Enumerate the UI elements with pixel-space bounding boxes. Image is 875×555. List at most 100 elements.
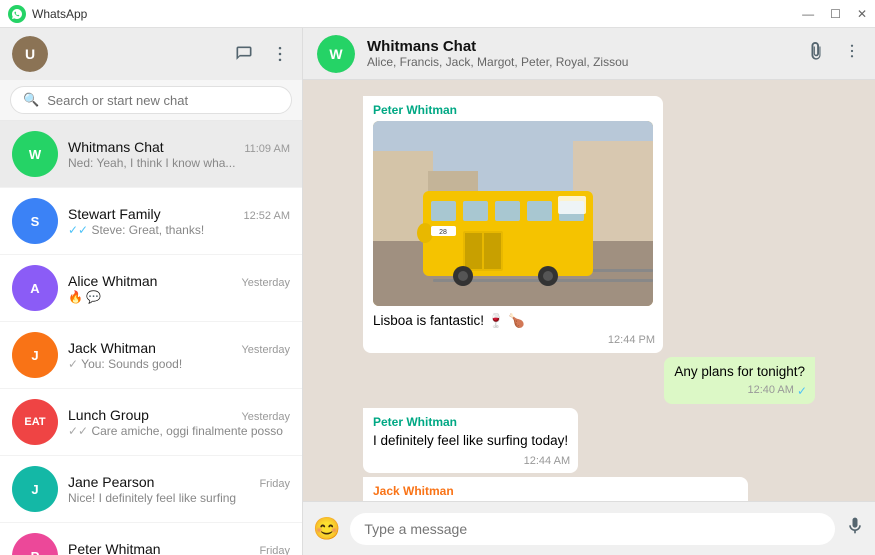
whatsapp-logo-svg — [11, 8, 23, 20]
chat-name-row: Alice Whitman Yesterday — [68, 273, 290, 289]
message-text: Any plans for tonight? — [674, 363, 805, 382]
message-sender: Peter Whitman — [373, 414, 568, 431]
message-image[interactable]: 28 — [373, 121, 653, 306]
minimize-button[interactable]: — — [802, 8, 814, 20]
attach-button[interactable] — [807, 42, 825, 65]
chat-preview: ✓✓ Care amiche, oggi finalmente posso — [68, 424, 290, 438]
user-avatar[interactable]: U — [12, 36, 48, 72]
sidebar-header: U — [0, 28, 302, 80]
single-tick-icon: ✓ — [68, 357, 78, 371]
chat-preview: Ned: Yeah, I think I know wha... — [68, 156, 290, 170]
chat-item[interactable]: P Peter Whitman Friday Yeah, I think I k… — [0, 523, 302, 555]
chat-name: Jane Pearson — [68, 474, 154, 490]
message-sender: Peter Whitman — [373, 102, 653, 119]
chat-avatar: J — [12, 332, 58, 378]
chat-name-row: Whitmans Chat 11:09 AM — [68, 139, 290, 155]
message-time: 12:44 AM — [524, 454, 570, 469]
sidebar-actions — [234, 44, 290, 64]
chat-name-row: Jane Pearson Friday — [68, 474, 290, 490]
chat-header-info[interactable]: Whitmans Chat Alice, Francis, Jack, Marg… — [367, 38, 795, 69]
new-chat-button[interactable] — [234, 44, 254, 64]
chat-content: Lunch Group Yesterday ✓✓ Care amiche, og… — [68, 407, 290, 438]
whatsapp-logo-icon — [8, 5, 26, 23]
chat-time: Yesterday — [241, 277, 290, 289]
chat-time: Yesterday — [241, 411, 290, 423]
chat-preview: 🔥 💬 — [68, 290, 290, 304]
chat-name: Whitmans Chat — [68, 139, 164, 155]
chat-avatar: P — [12, 533, 58, 555]
message-text: I definitely feel like surfing today! — [373, 432, 568, 451]
message-bubble: Any plans for tonight? 12:40 AM ✓ — [664, 357, 815, 404]
maximize-button[interactable]: ☐ — [830, 8, 841, 20]
double-tick-grey-icon: ✓✓ — [68, 424, 88, 438]
chat-item[interactable]: W Whitmans Chat 11:09 AM Ned: Yeah, I th… — [0, 121, 302, 188]
tram-image-svg: 28 — [373, 121, 653, 306]
chat-name-row: Stewart Family 12:52 AM — [68, 206, 290, 222]
chat-item[interactable]: J Jane Pearson Friday Nice! I definitely… — [0, 456, 302, 523]
message-bubble: Peter Whitman — [363, 96, 663, 353]
message-bubble: Jack Whitman Tonight is the movie night!… — [363, 477, 748, 501]
chat-header: W Whitmans Chat Alice, Francis, Jack, Ma… — [303, 28, 875, 80]
chat-avatar: EAT — [12, 399, 58, 445]
chat-header-avatar[interactable]: W — [317, 35, 355, 73]
window-controls: — ☐ ✕ — [802, 8, 867, 20]
user-avatar-placeholder: U — [12, 36, 48, 72]
chat-list: W Whitmans Chat 11:09 AM Ned: Yeah, I th… — [0, 121, 302, 555]
chat-area: W Whitmans Chat Alice, Francis, Jack, Ma… — [303, 28, 875, 555]
chat-header-actions — [807, 42, 861, 65]
chat-more-options-button[interactable] — [843, 42, 861, 65]
chat-content: Peter Whitman Friday Yeah, I think I kno… — [68, 541, 290, 555]
chat-content: Jack Whitman Yesterday ✓ You: Sounds goo… — [68, 340, 290, 371]
chat-header-name: Whitmans Chat — [367, 38, 795, 55]
plus-icon — [234, 44, 254, 64]
chat-name: Peter Whitman — [68, 541, 161, 555]
chat-content: Alice Whitman Yesterday 🔥 💬 — [68, 273, 290, 304]
title-bar: WhatsApp — ☐ ✕ — [0, 0, 875, 28]
chat-time: 12:52 AM — [244, 210, 290, 222]
chat-avatar: S — [12, 198, 58, 244]
chat-content: Stewart Family 12:52 AM ✓✓ Steve: Great,… — [68, 206, 290, 237]
microphone-icon — [845, 516, 865, 536]
message-bubble: Peter Whitman I definitely feel like sur… — [363, 408, 578, 474]
chat-time: 11:09 AM — [244, 143, 290, 155]
chat-name-row: Lunch Group Yesterday — [68, 407, 290, 423]
chat-item[interactable]: J Jack Whitman Yesterday ✓ You: Sounds g… — [0, 322, 302, 389]
chat-avatar: A — [12, 265, 58, 311]
search-bar: 🔍 — [0, 80, 302, 121]
chat-name: Jack Whitman — [68, 340, 156, 356]
chat-content: Jane Pearson Friday Nice! I definitely f… — [68, 474, 290, 505]
chat-name-row: Jack Whitman Yesterday — [68, 340, 290, 356]
chat-preview: Nice! I definitely feel like surfing — [68, 491, 290, 505]
chat-item[interactable]: S Stewart Family 12:52 AM ✓✓ Steve: Grea… — [0, 188, 302, 255]
chat-time: Friday — [259, 478, 290, 490]
chat-item[interactable]: A Alice Whitman Yesterday 🔥 💬 — [0, 255, 302, 322]
message-time: 12:40 AM ✓ — [747, 383, 807, 400]
chat-item[interactable]: EAT Lunch Group Yesterday ✓✓ Care amiche… — [0, 389, 302, 456]
chat-name: Stewart Family — [68, 206, 161, 222]
chat-avatar: W — [12, 131, 58, 177]
chat-time: Friday — [259, 545, 290, 555]
emoji-button[interactable]: 😊 — [313, 516, 340, 542]
chat-content: Whitmans Chat 11:09 AM Ned: Yeah, I thin… — [68, 139, 290, 170]
microphone-button[interactable] — [845, 516, 865, 541]
more-options-button[interactable] — [270, 44, 290, 64]
chat-time: Yesterday — [241, 344, 290, 356]
dots-icon — [270, 44, 290, 64]
message-text: Lisboa is fantastic! 🍷 🍗 — [373, 312, 653, 331]
message-time: 12:44 PM — [608, 333, 655, 348]
app-title: WhatsApp — [32, 7, 87, 21]
title-bar-left: WhatsApp — [8, 5, 87, 23]
close-button[interactable]: ✕ — [857, 8, 867, 20]
chat-name-row: Peter Whitman Friday — [68, 541, 290, 555]
search-input[interactable] — [47, 93, 279, 108]
read-tick-icon: ✓ — [797, 383, 807, 400]
chat-preview: ✓ You: Sounds good! — [68, 357, 290, 371]
message-sender: Jack Whitman — [373, 483, 738, 500]
chat-name: Lunch Group — [68, 407, 149, 423]
chat-input-bar: 😊 — [303, 501, 875, 555]
messages-area: Peter Whitman — [303, 80, 875, 501]
sidebar: U 🔍 W Whitmans Chat — [0, 28, 303, 555]
message-input[interactable] — [350, 513, 835, 545]
app-container: U 🔍 W Whitmans Chat — [0, 28, 875, 555]
double-tick-icon: ✓✓ — [68, 223, 88, 237]
